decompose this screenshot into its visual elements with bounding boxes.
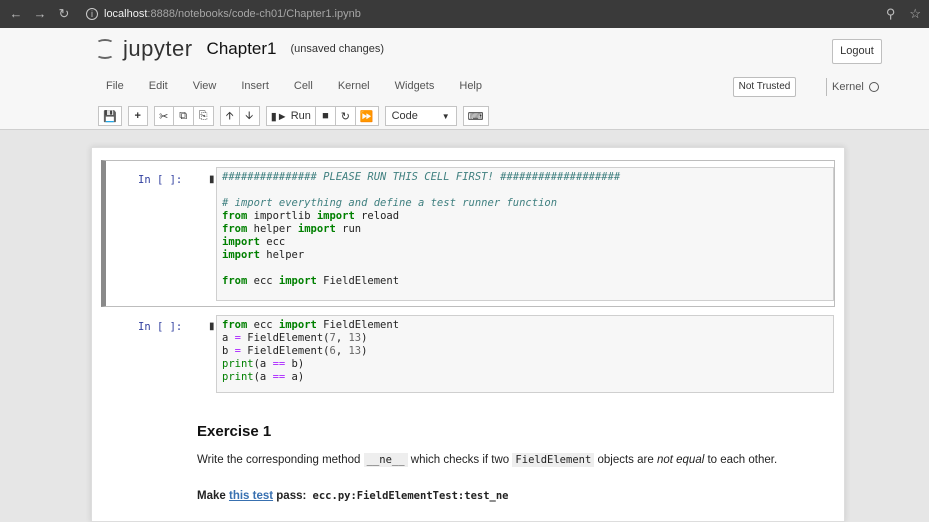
make-text: Make <box>197 490 226 502</box>
code-line: a = FieldElement(7, 13) <box>222 332 368 344</box>
code-editor[interactable]: from ecc import FieldElement a = FieldEle… <box>216 315 834 393</box>
address-bar[interactable]: i localhost:8888/notebooks/code-ch01/Cha… <box>86 8 361 20</box>
menu-widgets[interactable]: Widgets <box>395 80 435 92</box>
step-forward-icon: ▮► <box>270 110 288 123</box>
restart-icon[interactable]: ↻ <box>335 106 356 126</box>
test-path-code: ecc.py:FieldElementTest:test_ne <box>312 490 509 502</box>
desc-text: to each other. <box>707 454 778 466</box>
insert-cell-icon[interactable]: + <box>127 106 148 126</box>
desc-emphasis: not equal <box>656 454 705 466</box>
exercise-instruction: Make this test pass: ecc.py:FieldElement… <box>197 490 512 502</box>
menu-help[interactable]: Help <box>459 80 482 92</box>
cell-type-select[interactable]: Code ▼ <box>384 106 457 126</box>
cell-type-value: Code <box>391 110 418 122</box>
code-cell-2[interactable]: In [ ]: ▮► from ecc import FieldElementa… <box>101 313 835 403</box>
dropdown-caret-icon: ▼ <box>441 111 450 121</box>
code-line: from importlib import reload <box>222 210 400 222</box>
menu-insert[interactable]: Insert <box>241 80 269 92</box>
code-editor[interactable]: ############### PLEASE RUN THIS CELL FIR… <box>216 167 834 301</box>
restart-run-all-icon[interactable]: ⏩ <box>355 106 379 126</box>
keyboard-icon[interactable]: ⌨ <box>462 106 489 126</box>
menu-edit[interactable]: Edit <box>149 80 168 92</box>
menu-kernel[interactable]: Kernel <box>338 80 370 92</box>
code-line: print(a == b) <box>222 358 305 370</box>
run-button[interactable]: ▮► Run <box>265 106 316 126</box>
inline-code: __ne__ <box>363 453 408 467</box>
browser-nav: ← → ↻ <box>0 6 80 22</box>
menu-cell[interactable]: Cell <box>294 80 313 92</box>
make-text: pass: <box>276 490 307 502</box>
menu-file[interactable]: File <box>106 80 124 92</box>
notebook-title[interactable]: Chapter1 <box>207 39 277 59</box>
menu-view[interactable]: View <box>193 80 217 92</box>
zoom-icon[interactable]: ⚲ <box>886 6 896 22</box>
exercise-title: Exercise 1 <box>197 423 272 440</box>
code-line: print(a == a) <box>222 371 305 383</box>
reload-icon[interactable]: ↻ <box>54 6 74 22</box>
desc-text: objects are <box>597 454 654 466</box>
kernel-idle-icon <box>868 82 879 92</box>
back-icon[interactable]: ← <box>6 6 26 22</box>
kernel-label: Kernel <box>832 81 864 93</box>
jupyter-logo-icon[interactable] <box>95 38 115 60</box>
stop-icon[interactable]: ■ <box>315 106 336 126</box>
url-host: localhost <box>104 8 148 20</box>
code-text: ############### PLEASE RUN THIS CELL FIR… <box>217 168 833 291</box>
browser-toolbar: ← → ↻ i localhost:8888/notebooks/code-ch… <box>0 0 929 28</box>
code-line: b = FieldElement(6, 13) <box>222 345 368 357</box>
code-line: # import everything and define a test ru… <box>222 197 558 209</box>
inline-code: FieldElement <box>512 453 595 467</box>
code-line: ############### PLEASE RUN THIS CELL FIR… <box>222 171 621 183</box>
code-line: import ecc <box>222 236 286 248</box>
move-up-icon[interactable]: 🡩 <box>219 106 240 126</box>
paste-icon[interactable]: ⎘ <box>193 106 214 126</box>
jupyter-logo-text[interactable]: jupyter <box>123 36 193 62</box>
code-line: from ecc import FieldElement <box>222 275 400 287</box>
cut-icon[interactable]: ✂ <box>153 106 174 126</box>
bookmark-star-icon[interactable]: ☆ <box>909 6 921 22</box>
notebook-toolbar: 💾 + ✂ ⧉ ⎘ 🡩 🡫 ▮► Run ■ ↻ ⏩ Code ▼ ⌨ <box>98 105 495 127</box>
save-status: (unsaved changes) <box>290 43 385 55</box>
exercise-description: Write the corresponding method __ne__ wh… <box>197 453 778 467</box>
notebook-header: jupyter Chapter1 (unsaved changes) Logou… <box>0 28 929 130</box>
info-icon[interactable]: i <box>86 8 98 20</box>
cell-prompt: In [ ]: <box>138 174 183 186</box>
forward-icon[interactable]: → <box>30 6 50 22</box>
desc-text: Write the corresponding method <box>197 454 361 466</box>
menu-bar: File Edit View Insert Cell Kernel Widget… <box>106 80 507 92</box>
logout-button[interactable]: Logout <box>832 39 882 64</box>
copy-icon[interactable]: ⧉ <box>173 106 194 126</box>
run-label: Run <box>290 110 311 122</box>
desc-text: which checks if two <box>410 454 510 466</box>
url-path: :8888/notebooks/code-ch01/Chapter1.ipynb <box>147 8 361 20</box>
code-text: from ecc import FieldElement a = FieldEle… <box>217 316 833 387</box>
code-line: from ecc import FieldElement <box>222 319 400 331</box>
test-link[interactable]: this test <box>229 490 273 502</box>
cell-prompt: In [ ]: <box>138 321 183 333</box>
code-line: import helper <box>222 249 305 261</box>
kernel-indicator: Kernel <box>826 78 879 96</box>
not-trusted-button[interactable]: Not Trusted <box>733 77 796 97</box>
code-cell-1[interactable]: In [ ]: ▮► ############### PLEASE RUN TH… <box>101 160 835 307</box>
move-down-icon[interactable]: 🡫 <box>239 106 260 126</box>
save-icon[interactable]: 💾 <box>98 106 122 126</box>
code-line: from helper import run <box>222 223 362 235</box>
